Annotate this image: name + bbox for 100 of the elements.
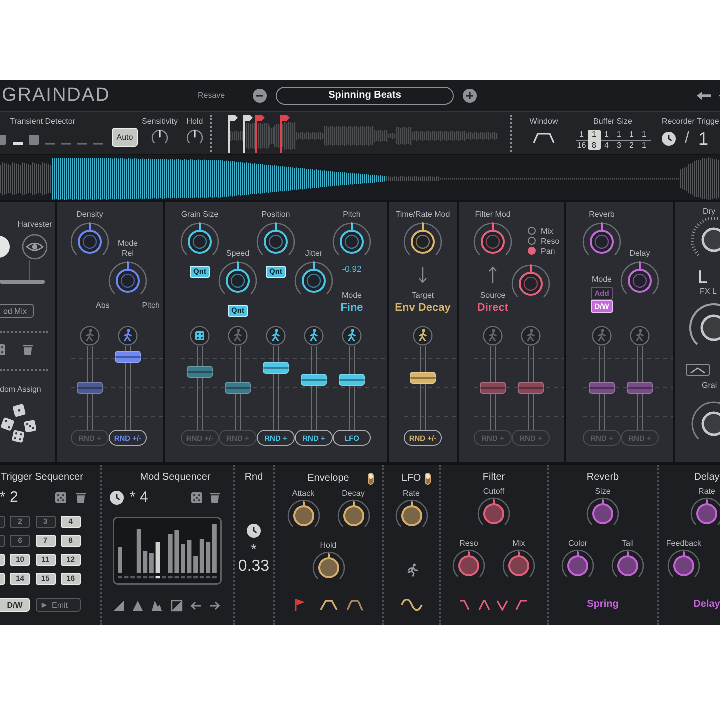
buffer-size-option[interactable]: 1 1 [638,130,650,150]
knob-label: Cutoff [483,487,505,497]
knob-label: Sensitivity [142,117,178,127]
knob[interactable] [0,235,10,259]
dice-icon [24,420,37,433]
clock-icon[interactable] [662,132,676,146]
arrow-right-icon[interactable] [208,600,221,612]
slider-thumb[interactable] [115,351,141,364]
slider-thumb[interactable] [263,362,289,374]
toggle-switch[interactable] [368,473,374,485]
envelope-shape-icon[interactable] [346,599,364,611]
sequence-bar[interactable] [206,542,211,573]
notch-icon[interactable] [496,599,510,611]
window-shape-icon[interactable] [532,132,556,144]
link-value[interactable]: Env Decay [395,302,451,315]
sequence-bar[interactable] [200,539,204,573]
slider-thumb[interactable] [480,382,506,394]
slider-thumb[interactable] [627,382,653,394]
buffer-size-option[interactable]: 1 2 [626,130,638,150]
mode-name[interactable]: Delay [694,599,720,611]
slider-thumb[interactable] [77,382,103,394]
divider-slash: / [685,130,690,148]
trash-icon[interactable] [75,492,87,504]
auto-button[interactable]: Auto [112,128,138,147]
walker-icon[interactable] [304,326,324,346]
walker-icon[interactable] [342,326,362,346]
dice-icon[interactable] [191,492,203,504]
flag-marker-icon[interactable] [280,115,290,153]
section-title: Transient Detector [10,117,77,127]
play-icon [41,602,48,608]
walker-icon[interactable] [266,326,286,346]
sequence-bar[interactable] [187,540,192,573]
radio-option[interactable]: Pan [528,246,560,256]
arrow-icon[interactable] [696,90,712,100]
link-label: Source [480,291,506,301]
mode-name[interactable]: Spring [587,599,619,611]
radio-option[interactable]: Reso [528,236,560,246]
radio-option[interactable]: Mix [528,226,560,236]
knob-label: Harvester [18,220,52,230]
trash-icon[interactable] [22,344,34,356]
bandpass-icon[interactable] [478,599,492,611]
peak-shape-icon[interactable] [151,600,164,612]
sequence-bar[interactable] [156,542,160,573]
eye-knob[interactable] [22,234,48,260]
module-title: Reverb [586,473,620,483]
trash-icon[interactable] [209,492,221,504]
mode-option-label[interactable]: Abs [96,301,110,311]
flag-marker-icon[interactable] [255,115,265,153]
slider-thumb[interactable] [518,382,544,394]
flag-icon[interactable] [294,598,306,612]
sequence-bar[interactable] [174,530,180,573]
flag-marker-icon[interactable] [243,115,253,153]
highpass-icon[interactable] [514,599,529,611]
arrow-left-icon[interactable] [190,600,202,612]
mode-value[interactable]: Fine [340,302,364,315]
rate-multiplier[interactable]: * 4 [130,491,148,505]
dice-icon[interactable] [55,492,67,504]
shape-button[interactable] [686,364,710,376]
knob-label: Grai [702,381,718,391]
sequence-display[interactable] [113,517,222,585]
sequence-bar[interactable] [168,534,173,573]
slider-thumb[interactable] [187,366,213,378]
clock-icon[interactable] [247,524,261,538]
rate-multiplier[interactable]: * 2 [0,491,18,505]
dice-icon[interactable] [190,326,210,346]
trigger-value[interactable]: 1 [698,130,708,148]
plus-icon[interactable] [463,88,477,102]
slider-thumb[interactable] [225,382,251,394]
preset-name-field[interactable]: Spinning Beats [276,86,454,104]
slider-thumb[interactable] [410,372,436,384]
minus-icon[interactable] [253,88,267,102]
ramp-up-icon[interactable] [113,600,125,612]
slider-thumb[interactable] [589,382,615,394]
envelope-shape-icon[interactable] [320,599,338,611]
invert-icon[interactable] [170,600,183,612]
sequence-bar[interactable] [143,551,148,573]
mod-mix-button[interactable]: od Mix [0,304,34,318]
triangle-icon[interactable] [132,600,144,612]
mix-slider-track[interactable] [0,280,45,284]
clock-icon[interactable] [110,491,124,505]
buffer-size-option[interactable]: 1 3 [613,130,626,150]
sequence-bar[interactable] [136,529,142,573]
knob-label: Size [595,487,611,497]
sine-wave-icon[interactable] [400,599,422,611]
link-value[interactable]: Direct [477,302,509,315]
walker-icon[interactable] [413,326,433,346]
flag-marker-icon[interactable] [228,115,238,153]
slider-thumb[interactable] [301,374,327,386]
slider-thumb[interactable] [339,374,365,386]
toggle-switch[interactable] [425,473,431,485]
dry-wet-button[interactable]: D/W [0,598,30,612]
link-label: Target [412,291,434,301]
buffer-size-option[interactable]: 1 16 [576,130,588,150]
mode-option-label[interactable]: Pitch [142,301,160,311]
random-amount-value[interactable]: 0.33 [238,558,270,576]
emit-button[interactable]: Emit [36,598,81,612]
buffer-size-option[interactable]: 1 8 [588,130,600,150]
buffer-size-option[interactable]: 1 4 [600,130,613,150]
walker-icon[interactable] [118,326,138,346]
resave-button[interactable]: Resave [198,91,253,100]
